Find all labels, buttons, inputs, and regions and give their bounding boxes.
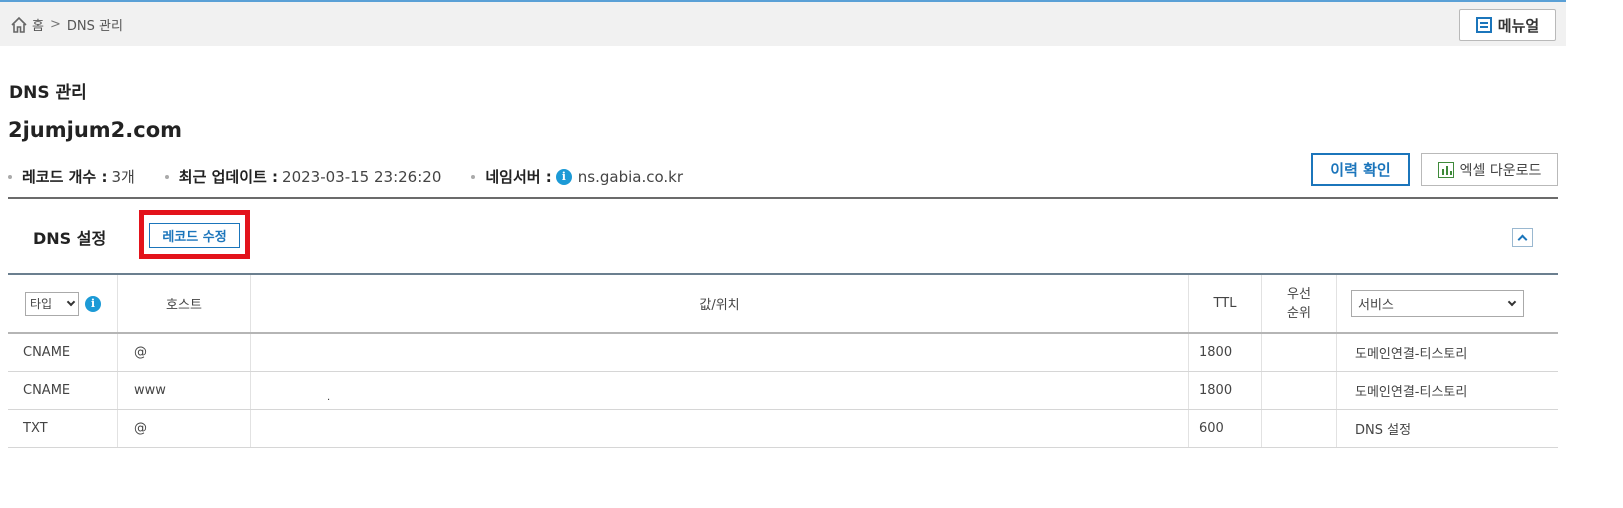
record-value: .	[251, 372, 1189, 409]
record-host: www	[118, 372, 251, 409]
record-ttl: 1800	[1189, 334, 1262, 371]
record-count-label: 레코드 개수 :	[22, 168, 108, 186]
priority-header-line2: 순위	[1287, 305, 1311, 321]
record-ttl: 1800	[1189, 372, 1262, 409]
chevron-down-icon	[1507, 297, 1517, 307]
nameserver-label: 네임서버 :	[485, 168, 552, 186]
host-header: 호스트	[118, 275, 251, 332]
manual-button-label: 메뉴얼	[1497, 16, 1540, 35]
type-filter-select[interactable]: 타입	[25, 291, 79, 316]
record-priority	[1262, 410, 1337, 447]
info-icon[interactable]: i	[85, 295, 101, 312]
edit-records-button[interactable]: 레코드 수정	[149, 223, 240, 248]
record-priority	[1262, 372, 1337, 409]
record-value	[251, 410, 1189, 447]
record-count-info: 레코드 개수 : 3개	[8, 166, 135, 187]
record-count-value: 3개	[111, 168, 135, 186]
collapse-button[interactable]	[1512, 228, 1533, 247]
record-priority	[1262, 334, 1337, 371]
excel-chart-icon	[1437, 161, 1454, 178]
service-filter-value: 서비스	[1358, 298, 1394, 313]
chevron-down-icon	[66, 297, 76, 307]
table-header-row: 타입 i 호스트 값/위치 TTL 우선 순위 서비스	[8, 273, 1558, 334]
page-title: DNS 관리	[9, 83, 87, 103]
priority-header-line1: 우선	[1287, 286, 1311, 302]
type-filter-value: 타입	[30, 297, 53, 311]
record-service: 도메인연결-티스토리	[1355, 385, 1468, 400]
home-icon[interactable]	[10, 16, 28, 34]
record-host: @	[118, 334, 251, 371]
service-header: 서비스	[1337, 275, 1558, 332]
record-host: @	[118, 410, 251, 447]
nameserver-value: ns.gabia.co.kr	[577, 167, 684, 186]
breadcrumb: 홈 > DNS 관리	[10, 15, 123, 34]
last-update-info: 최근 업데이트 : 2023-03-15 23:26:20	[164, 166, 442, 187]
record-type: CNAME	[8, 334, 118, 371]
manual-button[interactable]: 메뉴얼	[1459, 9, 1556, 41]
record-type: CNAME	[8, 372, 118, 409]
type-header: 타입 i	[8, 275, 118, 332]
excel-download-label: 엑셀 다운로드	[1459, 162, 1542, 179]
breadcrumb-separator: >	[49, 17, 61, 32]
last-update-label: 최근 업데이트 :	[178, 168, 279, 186]
record-value-text: .	[327, 392, 331, 403]
history-button[interactable]: 이력 확인	[1311, 153, 1410, 186]
bullet-dot	[8, 174, 12, 179]
record-service: 도메인연결-티스토리	[1355, 347, 1468, 362]
table-row[interactable]: CNAME @ 1800 도메인연결-티스토리	[8, 334, 1558, 372]
section-divider	[8, 197, 1558, 199]
dns-records-table: 타입 i 호스트 값/위치 TTL 우선 순위 서비스 CNAME @ 1800…	[8, 273, 1558, 448]
breadcrumb-current: DNS 관리	[66, 19, 123, 34]
record-ttl: 600	[1189, 410, 1262, 447]
table-row[interactable]: CNAME www . 1800 도메인연결-티스토리	[8, 372, 1558, 410]
ttl-header: TTL	[1189, 275, 1262, 332]
domain-info-row: 레코드 개수 : 3개 최근 업데이트 : 2023-03-15 23:26:2…	[8, 166, 713, 187]
value-header: 값/위치	[251, 275, 1189, 332]
record-value	[251, 334, 1189, 371]
breadcrumb-home[interactable]: 홈	[32, 15, 44, 34]
document-list-icon	[1475, 17, 1492, 33]
service-filter-select[interactable]: 서비스	[1351, 290, 1524, 317]
table-row[interactable]: TXT @ 600 DNS 설정	[8, 410, 1558, 448]
excel-download-button[interactable]: 엑셀 다운로드	[1421, 153, 1558, 186]
section-title: DNS 설정	[33, 229, 107, 248]
nameserver-info: 네임서버 : i ns.gabia.co.kr	[471, 166, 683, 187]
last-update-value: 2023-03-15 23:26:20	[282, 167, 442, 186]
record-type: TXT	[8, 410, 118, 447]
domain-name: 2jumjum2.com	[8, 118, 183, 142]
bullet-dot	[164, 174, 169, 179]
priority-header: 우선 순위	[1262, 275, 1337, 332]
record-service: DNS 설정	[1355, 423, 1412, 438]
top-bar: 홈 > DNS 관리 메뉴얼	[0, 0, 1566, 46]
bullet-dot	[471, 174, 476, 179]
chevron-up-icon	[1517, 234, 1528, 245]
info-icon[interactable]: i	[555, 168, 572, 185]
